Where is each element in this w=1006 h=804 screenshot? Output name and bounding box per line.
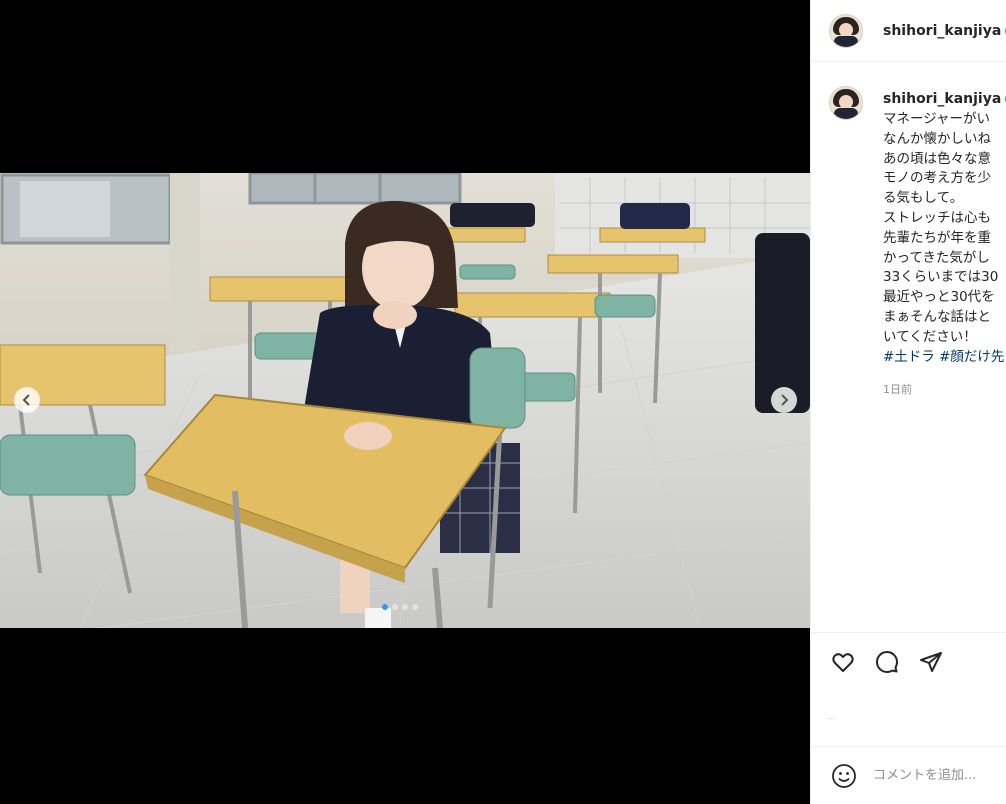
comment-bar <box>811 746 1006 804</box>
post-side-panel: shihori_kanjiya shihori_kanjiya マネージャーがい… <box>810 0 1006 804</box>
caption-line: 先輩たちが年を重 <box>883 229 991 246</box>
carousel-dot[interactable] <box>412 604 418 610</box>
comment-button[interactable] <box>875 650 899 674</box>
caption-line: いてください！ <box>883 328 977 345</box>
caption-line: ストレッチは心も <box>883 209 991 226</box>
chevron-left-icon <box>22 394 30 406</box>
emoji-button[interactable] <box>831 763 857 789</box>
carousel-dot[interactable] <box>402 604 408 610</box>
instagram-post-view: shihori_kanjiya shihori_kanjiya マネージャーがい… <box>0 0 1006 804</box>
caption-line: る気もして。 <box>883 190 964 207</box>
avatar[interactable] <box>829 86 863 120</box>
classroom-photo-image <box>0 173 810 628</box>
post-timestamp[interactable]: 1日前 <box>883 381 1006 397</box>
post-header: shihori_kanjiya <box>811 0 1006 62</box>
caption-line: モノの考え方を少 <box>883 170 991 187</box>
post-caption: shihori_kanjiya マネージャーがい なんか懐かしいね あの頃は色々… <box>829 86 1006 397</box>
carousel-dot[interactable] <box>392 604 398 610</box>
like-button[interactable] <box>831 650 855 674</box>
post-actions <box>811 632 1006 673</box>
post-photo <box>0 173 810 628</box>
hashtag-links[interactable]: #土ドラ #顔だけ先 <box>883 348 1006 368</box>
caption-username-text[interactable]: shihori_kanjiya <box>883 91 1001 107</box>
smiley-icon <box>832 763 856 788</box>
heart-icon <box>832 652 854 672</box>
caption-username[interactable]: shihori_kanjiya <box>883 88 1006 110</box>
caption-line: かってきた気がし <box>883 249 990 266</box>
comment-input[interactable] <box>873 768 1006 783</box>
header-username-text[interactable]: shihori_kanjiya <box>883 23 1001 39</box>
carousel-indicator <box>382 604 418 610</box>
media-pane <box>0 0 810 804</box>
caption-line: 33くらいまでは30 <box>883 269 999 286</box>
carousel-next-button[interactable] <box>771 387 797 413</box>
caption-line: なんか懐かしいね <box>883 130 991 147</box>
chevron-right-icon <box>781 394 789 406</box>
likes-summary: ... <box>827 712 836 722</box>
caption-line: 最近やっと30代を <box>883 289 995 306</box>
share-button[interactable] <box>919 650 943 674</box>
caption-line: あの頃は色々な意 <box>883 150 991 167</box>
header-username[interactable]: shihori_kanjiya <box>883 23 1006 39</box>
caption-line: まぁそんな話はと <box>883 308 991 325</box>
carousel-prev-button[interactable] <box>14 387 40 413</box>
carousel-dot[interactable] <box>382 604 388 610</box>
comment-icon <box>876 650 898 673</box>
paper-plane-icon <box>920 651 942 672</box>
caption-line: マネージャーがい <box>883 111 991 127</box>
avatar[interactable] <box>829 13 863 48</box>
